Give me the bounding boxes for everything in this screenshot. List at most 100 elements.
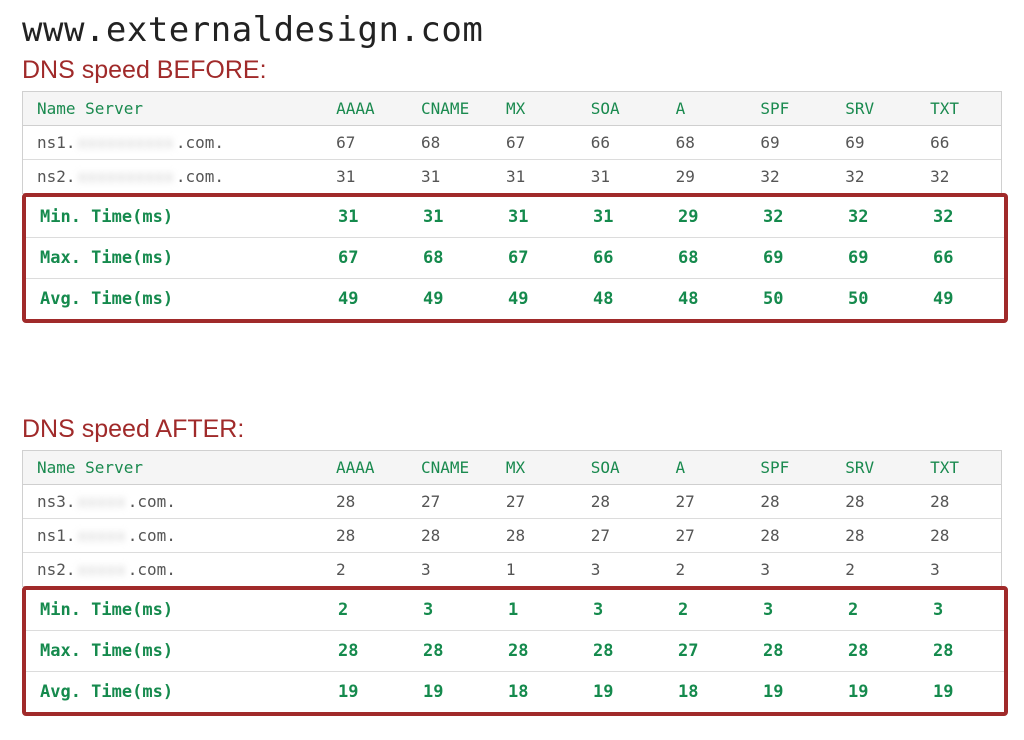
stats-value: 19 — [919, 672, 1004, 713]
col-srv: SRV — [831, 92, 916, 126]
value-cell: 31 — [407, 160, 492, 193]
value-cell: 2 — [322, 553, 407, 586]
before-stats-table: Min. Time(ms) 31 31 31 31 29 32 32 32 Ma… — [26, 197, 1004, 319]
value-cell: 28 — [916, 519, 1001, 553]
after-stats-highlight: Min. Time(ms) 2 3 1 3 2 3 2 3 Max. Time(… — [22, 586, 1008, 716]
col-soa: SOA — [577, 92, 662, 126]
before-stats-highlight: Min. Time(ms) 31 31 31 31 29 32 32 32 Ma… — [22, 193, 1008, 323]
value-cell: 31 — [577, 160, 662, 193]
stats-label: Min. Time(ms) — [26, 590, 324, 631]
ns-prefix: ns1. — [37, 133, 76, 152]
value-cell: 69 — [831, 126, 916, 160]
table-row: ns3.xxxxx.com. 28 27 27 28 27 28 28 28 — [23, 485, 1001, 519]
name-server-cell: ns1.xxxxxxxxxx.com. — [23, 126, 322, 160]
stats-row-avg: Avg. Time(ms) 49 49 49 48 48 50 50 49 — [26, 279, 1004, 320]
value-cell: 27 — [407, 485, 492, 519]
ns-hidden: xxxxxxxxxx — [76, 133, 176, 152]
col-spf: SPF — [746, 451, 831, 485]
value-cell: 32 — [916, 160, 1001, 193]
col-mx: MX — [492, 92, 577, 126]
ns-suffix: .com. — [128, 492, 176, 511]
value-cell: 28 — [831, 485, 916, 519]
col-a: A — [662, 451, 747, 485]
stats-value: 69 — [834, 238, 919, 279]
stats-label: Max. Time(ms) — [26, 631, 324, 672]
value-cell: 28 — [322, 519, 407, 553]
stats-value: 28 — [749, 631, 834, 672]
ns-prefix: ns2. — [37, 167, 76, 186]
stats-value: 28 — [919, 631, 1004, 672]
value-cell: 28 — [916, 485, 1001, 519]
value-cell: 3 — [577, 553, 662, 586]
value-cell: 27 — [662, 519, 747, 553]
value-cell: 66 — [577, 126, 662, 160]
col-a: A — [662, 92, 747, 126]
value-cell: 66 — [916, 126, 1001, 160]
stats-value: 28 — [834, 631, 919, 672]
stats-value: 68 — [409, 238, 494, 279]
table-header-row: Name Server AAAA CNAME MX SOA A SPF SRV … — [23, 92, 1001, 126]
before-heading: DNS speed BEFORE: — [22, 56, 1002, 85]
table-row: ns2.xxxxxxxxxx.com. 31 31 31 31 29 32 32… — [23, 160, 1001, 193]
col-aaaa: AAAA — [322, 92, 407, 126]
after-servers-table: Name Server AAAA CNAME MX SOA A SPF SRV … — [22, 450, 1002, 587]
value-cell: 31 — [492, 160, 577, 193]
stats-label: Avg. Time(ms) — [26, 672, 324, 713]
value-cell: 2 — [662, 553, 747, 586]
ns-hidden: xxxxxxxxxx — [76, 167, 176, 186]
ns-suffix: .com. — [176, 133, 224, 152]
stats-value: 2 — [834, 590, 919, 631]
stats-value: 18 — [664, 672, 749, 713]
stats-row-min: Min. Time(ms) 2 3 1 3 2 3 2 3 — [26, 590, 1004, 631]
stats-value: 19 — [579, 672, 664, 713]
stats-row-max: Max. Time(ms) 67 68 67 66 68 69 69 66 — [26, 238, 1004, 279]
col-txt: TXT — [916, 451, 1001, 485]
table-header-row: Name Server AAAA CNAME MX SOA A SPF SRV … — [23, 451, 1001, 485]
stats-value: 68 — [664, 238, 749, 279]
ns-suffix: .com. — [128, 560, 176, 579]
stats-value: 3 — [579, 590, 664, 631]
value-cell: 32 — [746, 160, 831, 193]
stats-value: 69 — [749, 238, 834, 279]
stats-value: 27 — [664, 631, 749, 672]
value-cell: 28 — [577, 485, 662, 519]
stats-value: 32 — [749, 197, 834, 238]
stats-value: 19 — [749, 672, 834, 713]
value-cell: 28 — [746, 485, 831, 519]
name-server-cell: ns3.xxxxx.com. — [23, 485, 322, 519]
value-cell: 28 — [407, 519, 492, 553]
stats-value: 32 — [834, 197, 919, 238]
col-name-server: Name Server — [23, 451, 322, 485]
stats-value: 28 — [494, 631, 579, 672]
ns-hidden: xxxxx — [76, 492, 128, 511]
stats-value: 48 — [664, 279, 749, 320]
col-srv: SRV — [831, 451, 916, 485]
stats-value: 3 — [919, 590, 1004, 631]
table-row: ns2.xxxxx.com. 2 3 1 3 2 3 2 3 — [23, 553, 1001, 586]
value-cell: 31 — [322, 160, 407, 193]
stats-value: 67 — [324, 238, 409, 279]
after-stats-table: Min. Time(ms) 2 3 1 3 2 3 2 3 Max. Time(… — [26, 590, 1004, 712]
stats-value: 49 — [494, 279, 579, 320]
stats-value: 2 — [664, 590, 749, 631]
name-server-cell: ns1.xxxxx.com. — [23, 519, 322, 553]
stats-value: 2 — [324, 590, 409, 631]
value-cell: 68 — [662, 126, 747, 160]
stats-value: 28 — [579, 631, 664, 672]
value-cell: 29 — [662, 160, 747, 193]
stats-value: 28 — [409, 631, 494, 672]
stats-value: 67 — [494, 238, 579, 279]
col-spf: SPF — [746, 92, 831, 126]
stats-value: 50 — [749, 279, 834, 320]
ns-hidden: xxxxx — [76, 560, 128, 579]
col-txt: TXT — [916, 92, 1001, 126]
ns-prefix: ns2. — [37, 560, 76, 579]
stats-value: 31 — [409, 197, 494, 238]
ns-prefix: ns3. — [37, 492, 76, 511]
stats-value: 28 — [324, 631, 409, 672]
stats-value: 66 — [579, 238, 664, 279]
value-cell: 27 — [577, 519, 662, 553]
value-cell: 3 — [407, 553, 492, 586]
stats-value: 1 — [494, 590, 579, 631]
col-cname: CNAME — [407, 451, 492, 485]
